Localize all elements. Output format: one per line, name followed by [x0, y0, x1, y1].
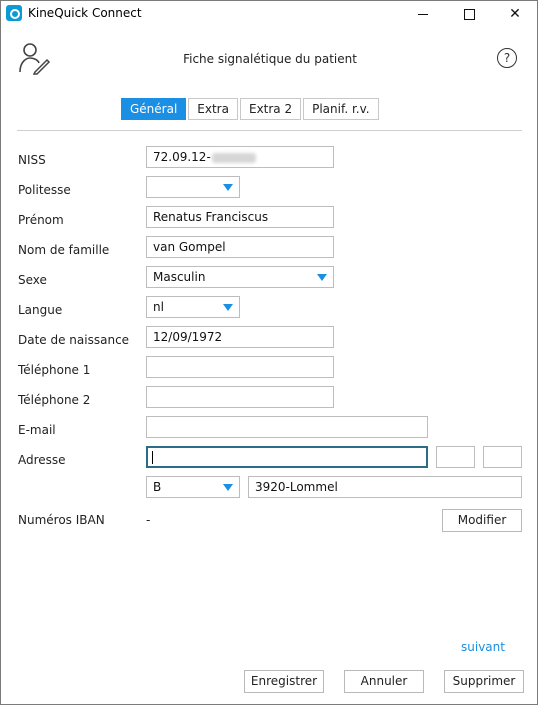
tab-general[interactable]: Général — [121, 98, 187, 120]
niss-field[interactable]: 72.09.12- — [146, 146, 334, 168]
country-select[interactable]: B — [146, 476, 240, 498]
prenom-label: Prénom — [18, 213, 64, 227]
app-logo-icon — [6, 5, 22, 21]
help-icon[interactable]: ? — [497, 48, 517, 68]
langue-value: nl — [153, 300, 164, 314]
window-title: KineQuick Connect — [28, 6, 142, 20]
iban-label: Numéros IBAN — [18, 513, 105, 527]
adresse-label: Adresse — [18, 453, 66, 467]
langue-select[interactable]: nl — [146, 296, 240, 318]
cancel-button[interactable]: Annuler — [344, 670, 424, 693]
naissance-label: Date de naissance — [18, 333, 130, 347]
next-link[interactable]: suivant — [461, 640, 505, 654]
niss-label: NISS — [18, 153, 46, 167]
sexe-value: Masculin — [153, 270, 206, 284]
box-number-field[interactable] — [483, 446, 522, 468]
nom-field[interactable]: van Gompel — [146, 236, 334, 258]
sexe-label: Sexe — [18, 273, 47, 287]
tab-planif-rv[interactable]: Planif. r.v. — [303, 98, 379, 120]
email-label: E-mail — [18, 423, 56, 437]
city-field[interactable]: 3920-Lommel — [248, 476, 522, 498]
email-field[interactable] — [146, 416, 428, 438]
divider — [17, 130, 522, 131]
iban-value: - — [146, 513, 151, 527]
dropdown-arrow-icon — [317, 274, 327, 281]
save-button[interactable]: Enregistrer — [244, 670, 324, 693]
close-button[interactable]: ✕ — [492, 1, 538, 27]
birthdate-field[interactable]: 12/09/1972 — [146, 326, 334, 348]
phone2-field[interactable] — [146, 386, 334, 408]
redacted-value — [211, 152, 256, 163]
title-bar: KineQuick Connect ✕ — [1, 1, 537, 27]
nom-label: Nom de famille — [18, 243, 110, 257]
politesse-select[interactable] — [146, 176, 240, 198]
phone1-field[interactable] — [146, 356, 334, 378]
maximize-button[interactable] — [447, 1, 493, 27]
tab-extra-2[interactable]: Extra 2 — [239, 98, 302, 120]
delete-button[interactable]: Supprimer — [444, 670, 524, 693]
tel1-label: Téléphone 1 — [18, 363, 91, 377]
street-field[interactable] — [146, 446, 428, 468]
dropdown-arrow-icon — [223, 184, 233, 191]
tab-bar: Général Extra Extra 2 Planif. r.v. — [121, 98, 381, 120]
prenom-field[interactable]: Renatus Franciscus — [146, 206, 334, 228]
dropdown-arrow-icon — [223, 304, 233, 311]
house-number-field[interactable] — [436, 446, 475, 468]
niss-value: 72.09.12- — [153, 150, 211, 164]
politesse-label: Politesse — [18, 183, 71, 197]
tel2-label: Téléphone 2 — [18, 393, 91, 407]
page-title: Fiche signalétique du patient — [183, 52, 357, 66]
minimize-button[interactable] — [401, 1, 447, 27]
country-value: B — [153, 480, 162, 494]
dropdown-arrow-icon — [223, 484, 233, 491]
sexe-select[interactable]: Masculin — [146, 266, 334, 288]
modify-iban-button[interactable]: Modifier — [442, 509, 522, 532]
langue-label: Langue — [18, 303, 63, 317]
text-cursor — [152, 451, 153, 464]
tab-extra[interactable]: Extra — [188, 98, 238, 120]
